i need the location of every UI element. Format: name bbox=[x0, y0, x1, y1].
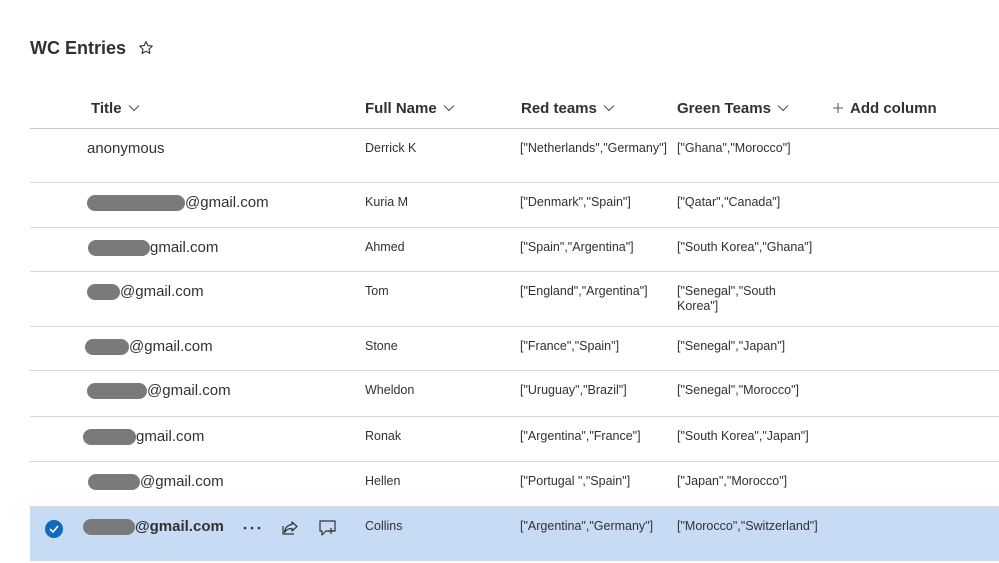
column-header-row: Title Full Name Red teams Green Teams Ad… bbox=[30, 88, 999, 129]
chevron-down-icon bbox=[777, 104, 789, 112]
table-row[interactable]: @gmail.com Tom ["England","Argentina"] [… bbox=[30, 272, 999, 327]
redaction-mark bbox=[87, 195, 185, 211]
table-row[interactable]: anonymous Derrick K ["Netherlands","Germ… bbox=[30, 129, 999, 183]
chevron-down-icon bbox=[443, 104, 455, 112]
redaction-mark bbox=[87, 383, 147, 399]
column-header-red-teams[interactable]: Red teams bbox=[521, 88, 615, 128]
column-header-title-label: Title bbox=[91, 99, 122, 117]
red-teams-cell: ["Argentina","France"] bbox=[520, 429, 641, 443]
page-title: WC Entries bbox=[30, 37, 127, 58]
red-teams-cell: ["Argentina","Germany"] bbox=[520, 519, 654, 533]
title-text: gmail.com bbox=[136, 428, 205, 445]
table-row[interactable]: gmail.com Ahmed ["Spain","Argentina"] ["… bbox=[30, 228, 999, 272]
title-cell[interactable]: @gmail.com bbox=[87, 194, 269, 212]
full-name-cell: Ronak bbox=[365, 429, 402, 443]
full-name-cell: Collins bbox=[365, 519, 403, 533]
redaction-mark bbox=[88, 474, 140, 490]
comment-add-icon[interactable] bbox=[317, 517, 339, 539]
row-select-checkmark-icon[interactable] bbox=[45, 520, 63, 538]
column-header-full-name-label: Full Name bbox=[365, 99, 437, 117]
title-cell[interactable]: gmail.com bbox=[88, 239, 218, 257]
title-text: @gmail.com bbox=[120, 283, 204, 300]
title-text: @gmail.com bbox=[129, 338, 213, 355]
full-name-cell: Stone bbox=[365, 339, 398, 353]
full-name-cell: Ahmed bbox=[365, 240, 405, 254]
list-rows: anonymous Derrick K ["Netherlands","Germ… bbox=[30, 129, 999, 561]
red-teams-cell: ["Spain","Argentina"] bbox=[520, 240, 634, 254]
full-name-cell: Derrick K bbox=[365, 141, 417, 155]
redaction-mark bbox=[87, 284, 120, 300]
red-teams-cell: ["Denmark","Spain"] bbox=[520, 195, 631, 209]
red-teams-cell: ["England","Argentina"] bbox=[520, 284, 648, 298]
chevron-down-icon bbox=[128, 104, 140, 112]
redaction-mark bbox=[85, 339, 129, 355]
green-teams-cell: ["Senegal","Morocco"] bbox=[677, 383, 799, 397]
table-row-selected[interactable]: @gmail.com Collins ["Argentina","Germany… bbox=[30, 507, 999, 561]
redaction-mark bbox=[83, 429, 136, 445]
green-teams-cell: ["Japan","Morocco"] bbox=[677, 474, 788, 488]
redaction-mark bbox=[88, 240, 150, 256]
chevron-down-icon bbox=[603, 104, 615, 112]
title-text: @gmail.com bbox=[140, 473, 224, 490]
title-cell[interactable]: gmail.com bbox=[83, 428, 204, 446]
title-cell[interactable]: @gmail.com bbox=[87, 382, 231, 400]
title-text: @gmail.com bbox=[185, 194, 269, 211]
green-teams-cell: ["Ghana","Morocco"] bbox=[677, 141, 791, 155]
list-header: WC Entries bbox=[30, 36, 154, 60]
favorite-star-icon[interactable] bbox=[138, 40, 154, 56]
green-teams-cell: ["South Korea","Ghana"] bbox=[677, 240, 813, 254]
column-header-full-name[interactable]: Full Name bbox=[365, 88, 455, 128]
red-teams-cell: ["Netherlands","Germany"] bbox=[520, 141, 667, 155]
add-column-label: Add column bbox=[850, 99, 937, 117]
add-column-button[interactable]: Add column bbox=[832, 88, 937, 128]
column-header-title[interactable]: Title bbox=[91, 88, 140, 128]
green-teams-cell: ["South Korea","Japan"] bbox=[677, 429, 809, 443]
title-cell[interactable]: @gmail.com bbox=[85, 338, 213, 356]
plus-icon bbox=[832, 102, 844, 114]
full-name-cell: Hellen bbox=[365, 474, 401, 488]
full-name-cell: Wheldon bbox=[365, 383, 415, 397]
table-row[interactable]: @gmail.com Hellen ["Portugal ","Spain"] … bbox=[30, 462, 999, 507]
column-header-green-teams-label: Green Teams bbox=[677, 99, 771, 117]
table-row[interactable]: gmail.com Ronak ["Argentina","France"] [… bbox=[30, 417, 999, 462]
red-teams-cell: ["France","Spain"] bbox=[520, 339, 620, 353]
title-cell[interactable]: @gmail.com bbox=[87, 283, 204, 301]
red-teams-cell: ["Uruguay","Brazil"] bbox=[520, 383, 627, 397]
share-icon[interactable] bbox=[279, 517, 301, 539]
green-teams-cell: ["Morocco","Switzerland"] bbox=[677, 519, 818, 533]
column-header-red-teams-label: Red teams bbox=[521, 99, 597, 117]
green-teams-cell: ["Senegal","South Korea"] bbox=[677, 284, 776, 313]
green-teams-cell: ["Qatar","Canada"] bbox=[677, 195, 781, 209]
more-actions-ellipsis-icon[interactable] bbox=[241, 517, 263, 539]
title-text: @gmail.com bbox=[135, 518, 224, 535]
red-teams-cell: ["Portugal ","Spain"] bbox=[520, 474, 631, 488]
title-cell[interactable]: @gmail.com bbox=[88, 473, 224, 491]
full-name-cell: Tom bbox=[365, 284, 389, 298]
table-row[interactable]: @gmail.com Stone ["France","Spain"] ["Se… bbox=[30, 327, 999, 371]
redaction-mark bbox=[83, 519, 135, 535]
row-actions bbox=[241, 517, 339, 539]
green-teams-cell: ["Senegal","Japan"] bbox=[677, 339, 786, 353]
title-text: anonymous bbox=[87, 140, 165, 157]
table-row[interactable]: @gmail.com Kuria M ["Denmark","Spain"] [… bbox=[30, 183, 999, 228]
column-header-green-teams[interactable]: Green Teams bbox=[677, 88, 789, 128]
title-text: gmail.com bbox=[150, 239, 219, 256]
title-cell[interactable]: anonymous bbox=[87, 140, 165, 158]
full-name-cell: Kuria M bbox=[365, 195, 409, 209]
title-cell[interactable]: @gmail.com bbox=[83, 518, 224, 536]
table-row[interactable]: @gmail.com Wheldon ["Uruguay","Brazil"] … bbox=[30, 371, 999, 417]
title-text: @gmail.com bbox=[147, 382, 231, 399]
